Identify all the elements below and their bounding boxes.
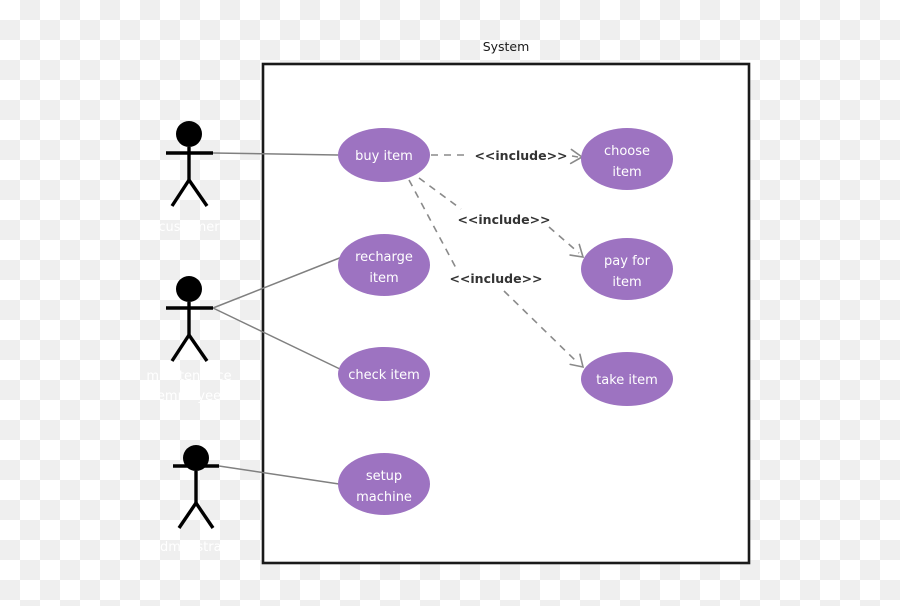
use-case-ellipse[interactable] [581,128,673,190]
include-stereotype-choose-item: <<include>> [474,148,567,163]
use-case-ellipse[interactable] [338,453,430,515]
actor-leg-left [177,502,198,529]
include-line-buy-to-choose-b[interactable] [571,155,579,158]
actor-leg-right [187,334,209,362]
actor-stick-figure-icon [166,121,213,207]
use-case-label-line-1: choose [604,144,650,159]
use-case-label: take item [596,373,658,388]
actor-administrator[interactable]: administrator [152,445,241,555]
use-case-label-line-2: machine [356,490,412,505]
use-case-diagram: System buy item choose item recharge ite… [146,39,751,565]
use-case-label-line-2: item [612,165,641,180]
use-case-label-line-1: setup [366,469,402,484]
actor-customer[interactable]: customer [158,121,220,235]
use-case-label: check item [348,368,420,383]
actor-stick-figure-icon [166,276,213,362]
use-case-ellipse[interactable] [581,238,673,300]
use-case-take-item[interactable]: take item [581,352,673,406]
actor-leg-right [194,502,215,529]
actor-leg-right [187,179,209,207]
system-boundary-title: System [483,39,530,54]
actor-label: customer [158,220,220,235]
use-case-label-line-2: item [369,271,398,286]
use-case-label-line-1: pay for [604,254,651,269]
actor-head [176,121,202,147]
use-case-label-line-2: item [612,275,641,290]
actor-leg-left [170,179,191,207]
system-boundary-box[interactable] [261,62,751,565]
actor-stick-figure-icon [173,445,219,529]
use-case-recharge-item[interactable]: recharge item [338,234,430,296]
actor-leg-left [170,334,191,362]
use-case-ellipse[interactable] [338,234,430,296]
actor-label: administrator [152,540,241,555]
use-case-choose-item[interactable]: choose item [581,128,673,190]
actor-head [176,276,202,302]
use-case-setup-machine[interactable]: setup machine [338,453,430,515]
actor-label-line-2: employee [157,389,221,404]
use-case-label-line-1: recharge [355,250,413,265]
use-case-label: buy item [355,149,413,164]
include-stereotype-pay-for-item: <<include>> [457,212,550,227]
actor-maintenance-employee[interactable]: maintenance employee [146,276,232,404]
use-case-pay-for-item[interactable]: pay for item [581,238,673,300]
use-case-buy-item[interactable]: buy item [338,128,430,182]
diagram-canvas: System buy item choose item recharge ite… [0,0,900,606]
use-case-check-item[interactable]: check item [338,347,430,401]
actor-label-line-1: maintenance [146,369,231,384]
include-stereotype-take-item: <<include>> [449,271,542,286]
